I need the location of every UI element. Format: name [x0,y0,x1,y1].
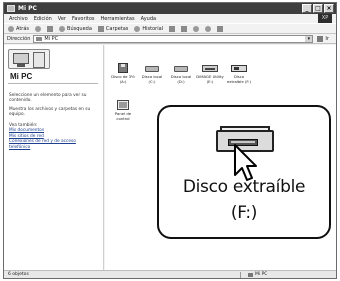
menu-herramientas[interactable]: Herramientas [101,16,135,22]
menu-ver[interactable]: Ver [58,16,66,22]
window-title: Mi PC [18,5,37,12]
views-button[interactable] [217,25,224,32]
removable-drive-icon [231,63,247,73]
control-panel-icon [115,100,131,110]
folders-label: Carpetas [105,25,129,32]
folder-up-icon [47,25,54,32]
go-arrow-icon [317,35,324,42]
hard-disk-icon [144,63,160,73]
forward-arrow-icon [35,25,42,32]
status-bar: 6 objetos Mi PC [4,270,336,278]
drive-e-label: DiMAGE Utility (E:) [196,74,224,84]
toolbar: Atrás Búsqueda Carpetas Historial [4,23,336,34]
status-count: 6 objetos [8,272,29,277]
history-button[interactable]: Historial [134,25,164,32]
floppy-icon [115,63,131,73]
drive-c-label: Disco local (C:) [141,74,163,84]
up-button[interactable] [47,25,54,32]
drive-a[interactable]: Disco de 3½ (A:) [109,63,137,84]
drive-d[interactable]: Disco local (D:) [167,63,195,84]
see-also-section: Vea también: Mis documentos Mis sitios d… [9,123,97,150]
status-location-label: Mi PC [255,272,268,277]
link-conexiones-de-red[interactable]: Conexiones de red y de acceso telefónico [9,139,97,150]
title-bar[interactable]: Mi PC _ □ × [4,3,336,14]
drive-c[interactable]: Disco local (C:) [138,63,166,84]
pane-text-select: Seleccione un elemento para ver su conte… [9,93,87,104]
my-computer-banner-icon [8,49,50,69]
undo-icon [205,25,212,32]
undo-button[interactable] [205,25,212,32]
pane-title: Mi PC [10,72,33,81]
drive-f-label: Disco extraíble (F:) [226,74,252,84]
folders-button[interactable]: Carpetas [97,25,129,32]
folders-icon [97,25,104,32]
menu-archivo[interactable]: Archivo [9,16,28,22]
status-location: Mi PC [248,271,267,278]
history-icon [134,25,141,32]
back-label: Atrás [16,25,30,32]
address-bar: Dirección Mi PC ▾ Ir [4,34,336,44]
close-button[interactable]: × [324,4,334,13]
callout-drive-letter: (F:) [230,203,258,223]
window-controls: _ □ × [302,4,334,13]
zoom-callout: Disco extraíble (F:) [157,105,331,239]
chevron-down-icon[interactable]: ▾ [305,35,313,42]
callout-drive-name: Disco extraíble [182,177,306,197]
delete-button[interactable] [193,25,200,32]
move-icon [169,25,176,32]
status-divider [240,272,241,278]
address-label: Dirección [7,35,31,42]
delete-icon [193,25,200,32]
go-label: Ir [325,35,329,42]
windows-logo: XP [318,14,332,23]
menu-edicion[interactable]: Edición [34,16,52,22]
maximize-button[interactable]: □ [313,4,323,13]
menu-ayuda[interactable]: Ayuda [141,16,156,22]
history-label: Historial [142,25,164,32]
drive-a-label: Disco de 3½ (A:) [111,74,135,84]
control-panel[interactable]: Panel de control [109,100,137,121]
address-input[interactable]: Mi PC ▾ [33,34,314,43]
my-computer-small-icon [248,272,253,277]
copy-icon [181,25,188,32]
my-computer-small-icon [36,36,43,41]
minimize-button[interactable]: _ [302,4,312,13]
my-computer-icon [7,5,15,12]
drive-d-label: Disco local (D:) [170,74,192,84]
go-button[interactable]: Ir [317,35,329,42]
pane-divider [8,83,98,84]
drive-e[interactable]: DiMAGE Utility (E:) [196,63,224,84]
menu-favoritos[interactable]: Favoritos [72,16,95,22]
back-button[interactable]: Atrás [8,25,30,32]
search-icon [59,25,66,32]
pane-text-description: Muestra los archivos y carpetas en su eq… [9,107,91,118]
control-panel-label: Panel de control [114,111,132,121]
drive-f[interactable]: Disco extraíble (F:) [225,63,253,84]
left-task-pane: Mi PC Seleccione un elemento para ver su… [4,45,104,270]
forward-button[interactable] [35,25,42,32]
hard-disk-icon [173,63,189,73]
move-to-button[interactable] [169,25,176,32]
back-arrow-icon [8,25,14,32]
search-label: Búsqueda [67,25,92,32]
views-icon [217,25,224,32]
dvd-drive-icon [202,63,218,73]
search-button[interactable]: Búsqueda [59,25,92,32]
copy-to-button[interactable] [181,25,188,32]
address-value: Mi PC [44,35,59,42]
menu-bar: Archivo Edición Ver Favoritos Herramient… [4,14,336,23]
